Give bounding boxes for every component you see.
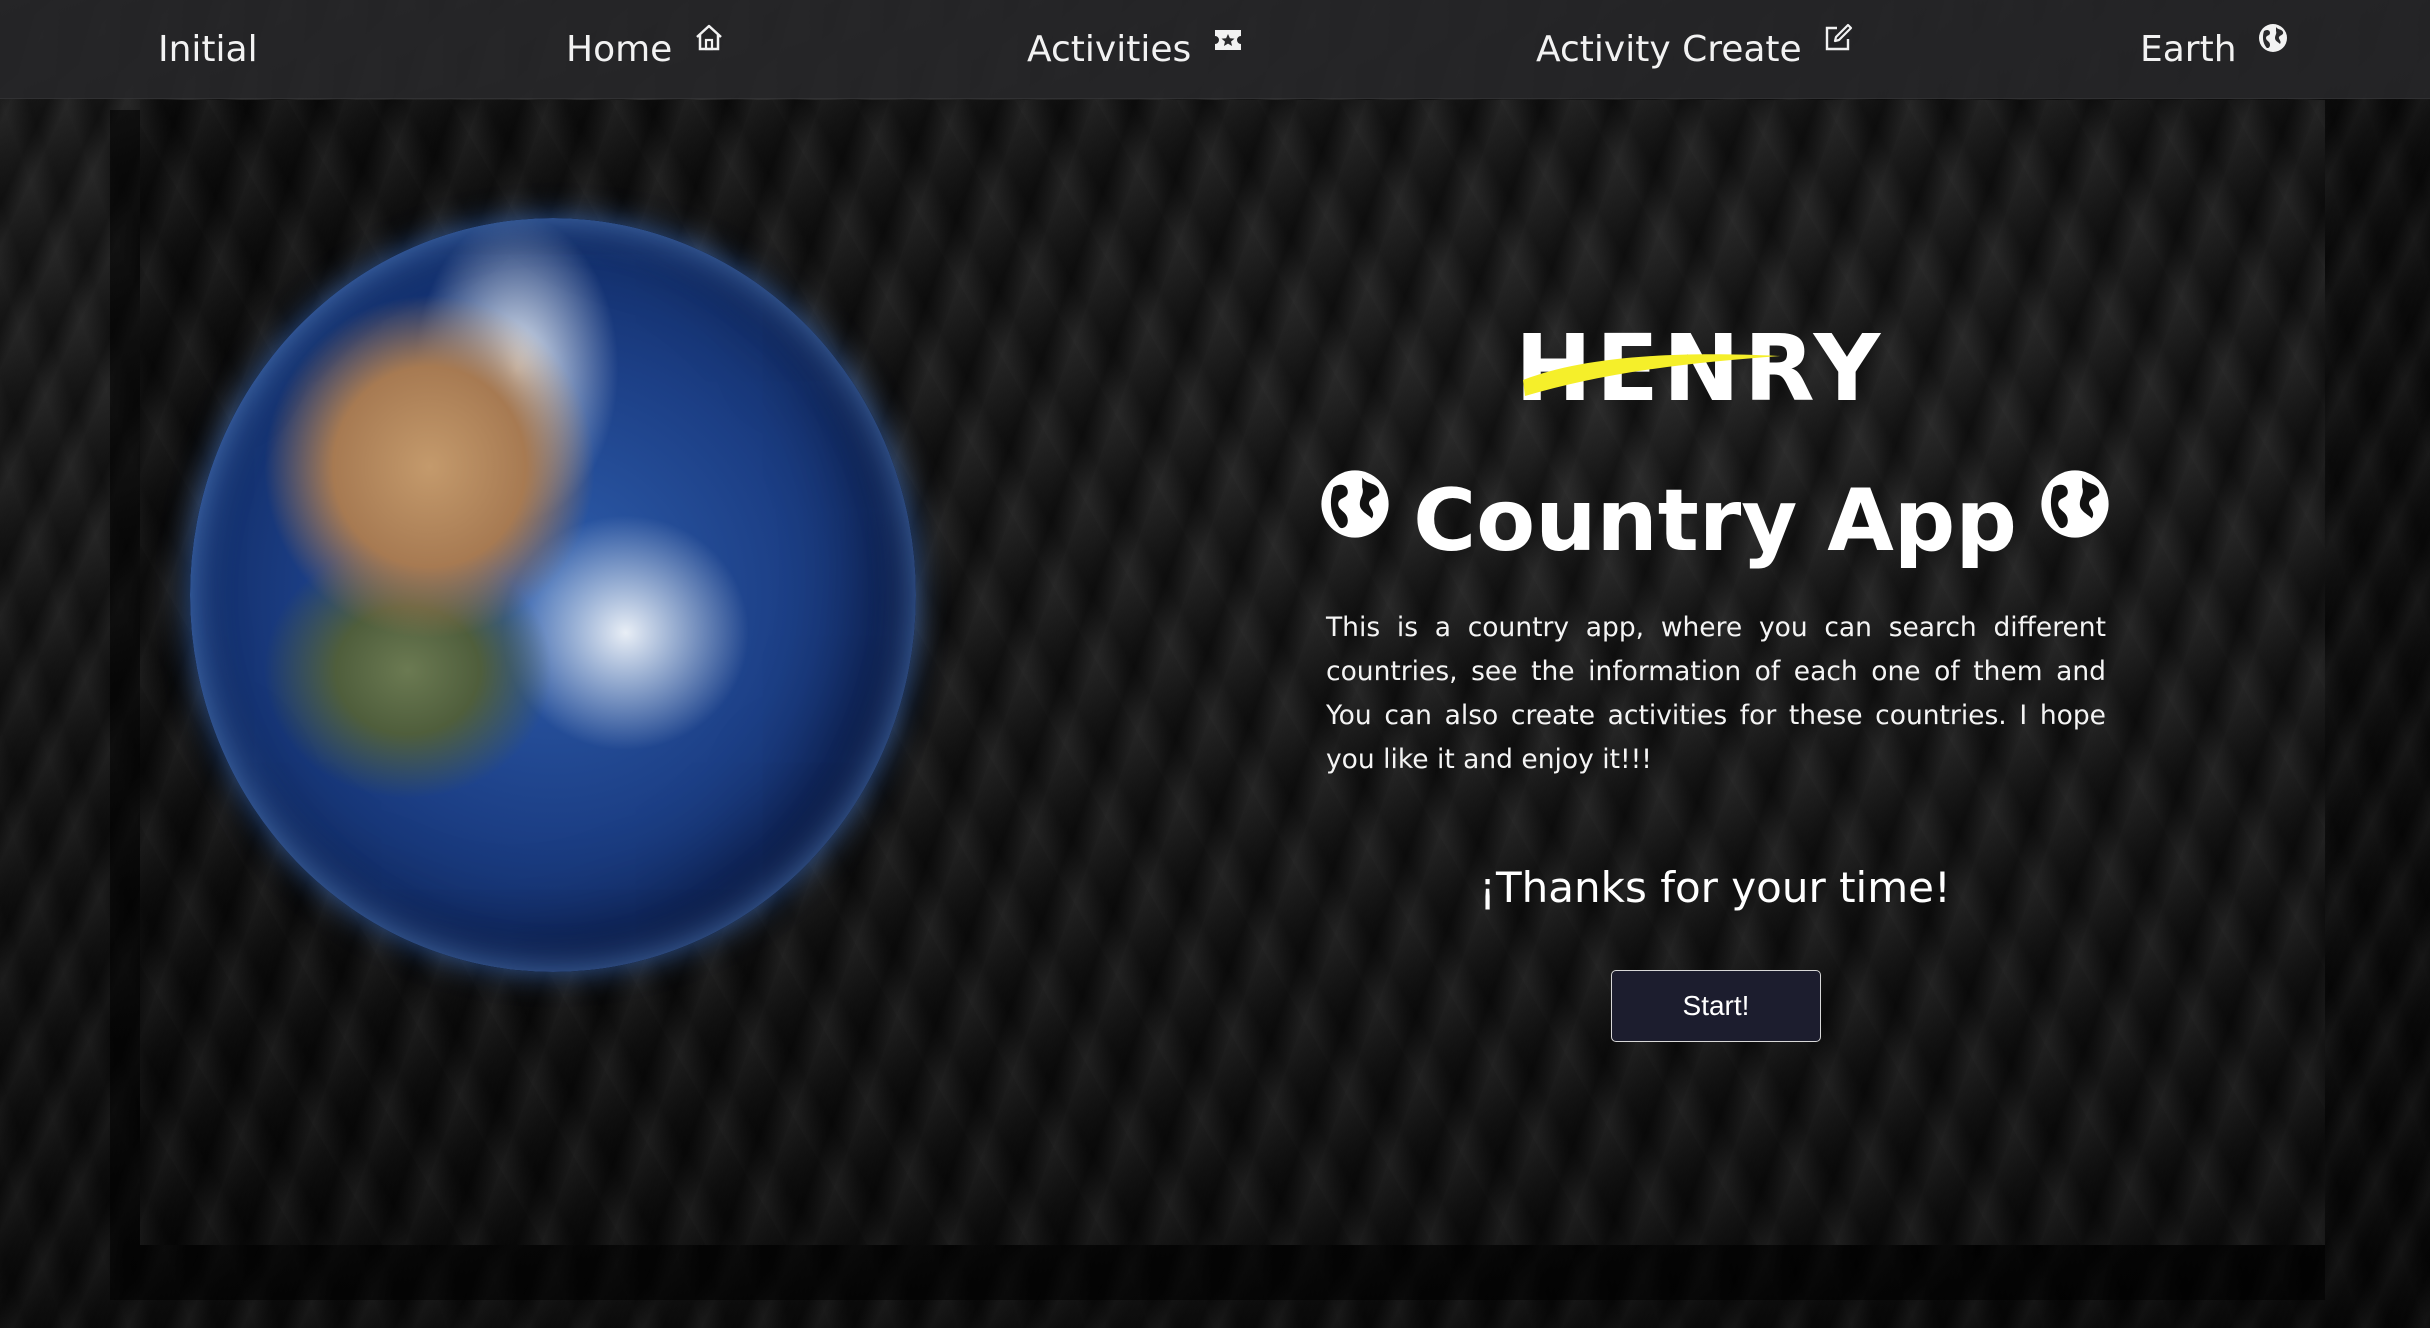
nav-item-label: Activities xyxy=(1027,29,1192,70)
page-title-text: Country App xyxy=(1413,470,2017,571)
page: Initial Home Activities Activity Create … xyxy=(0,0,2430,1328)
nav-item-activity-create[interactable]: Activity Create xyxy=(1536,23,1853,74)
earth-globe-image xyxy=(190,218,916,972)
house-icon xyxy=(694,17,724,67)
globe-icon xyxy=(2258,17,2288,67)
nav-item-activities[interactable]: Activities xyxy=(1027,24,1243,74)
app-description: This is a country app, where you can sea… xyxy=(1326,612,2106,775)
navbar: Initial Home Activities Activity Create … xyxy=(0,0,2430,99)
nav-item-label: Initial xyxy=(158,29,258,70)
start-button[interactable]: Start! xyxy=(1611,970,1821,1042)
nav-item-label: Home xyxy=(566,29,673,70)
nav-item-earth[interactable]: Earth xyxy=(2140,24,2288,74)
nav-item-home[interactable]: Home xyxy=(566,24,724,74)
henry-logo: HENRY xyxy=(1515,320,1884,410)
ticket-star-icon xyxy=(1213,17,1243,67)
henry-logo-text: HENRY xyxy=(1515,320,1884,410)
globe-icon xyxy=(1319,461,1391,561)
nav-item-label: Earth xyxy=(2140,29,2237,70)
thanks-message: ¡Thanks for your time! xyxy=(1479,863,1951,912)
page-title: Country App xyxy=(1300,465,2130,571)
edit-square-icon xyxy=(1823,17,1853,67)
nav-item-initial[interactable]: Initial xyxy=(158,24,258,74)
globe-icon xyxy=(2039,461,2111,561)
nav-item-label: Activity Create xyxy=(1536,29,1802,70)
